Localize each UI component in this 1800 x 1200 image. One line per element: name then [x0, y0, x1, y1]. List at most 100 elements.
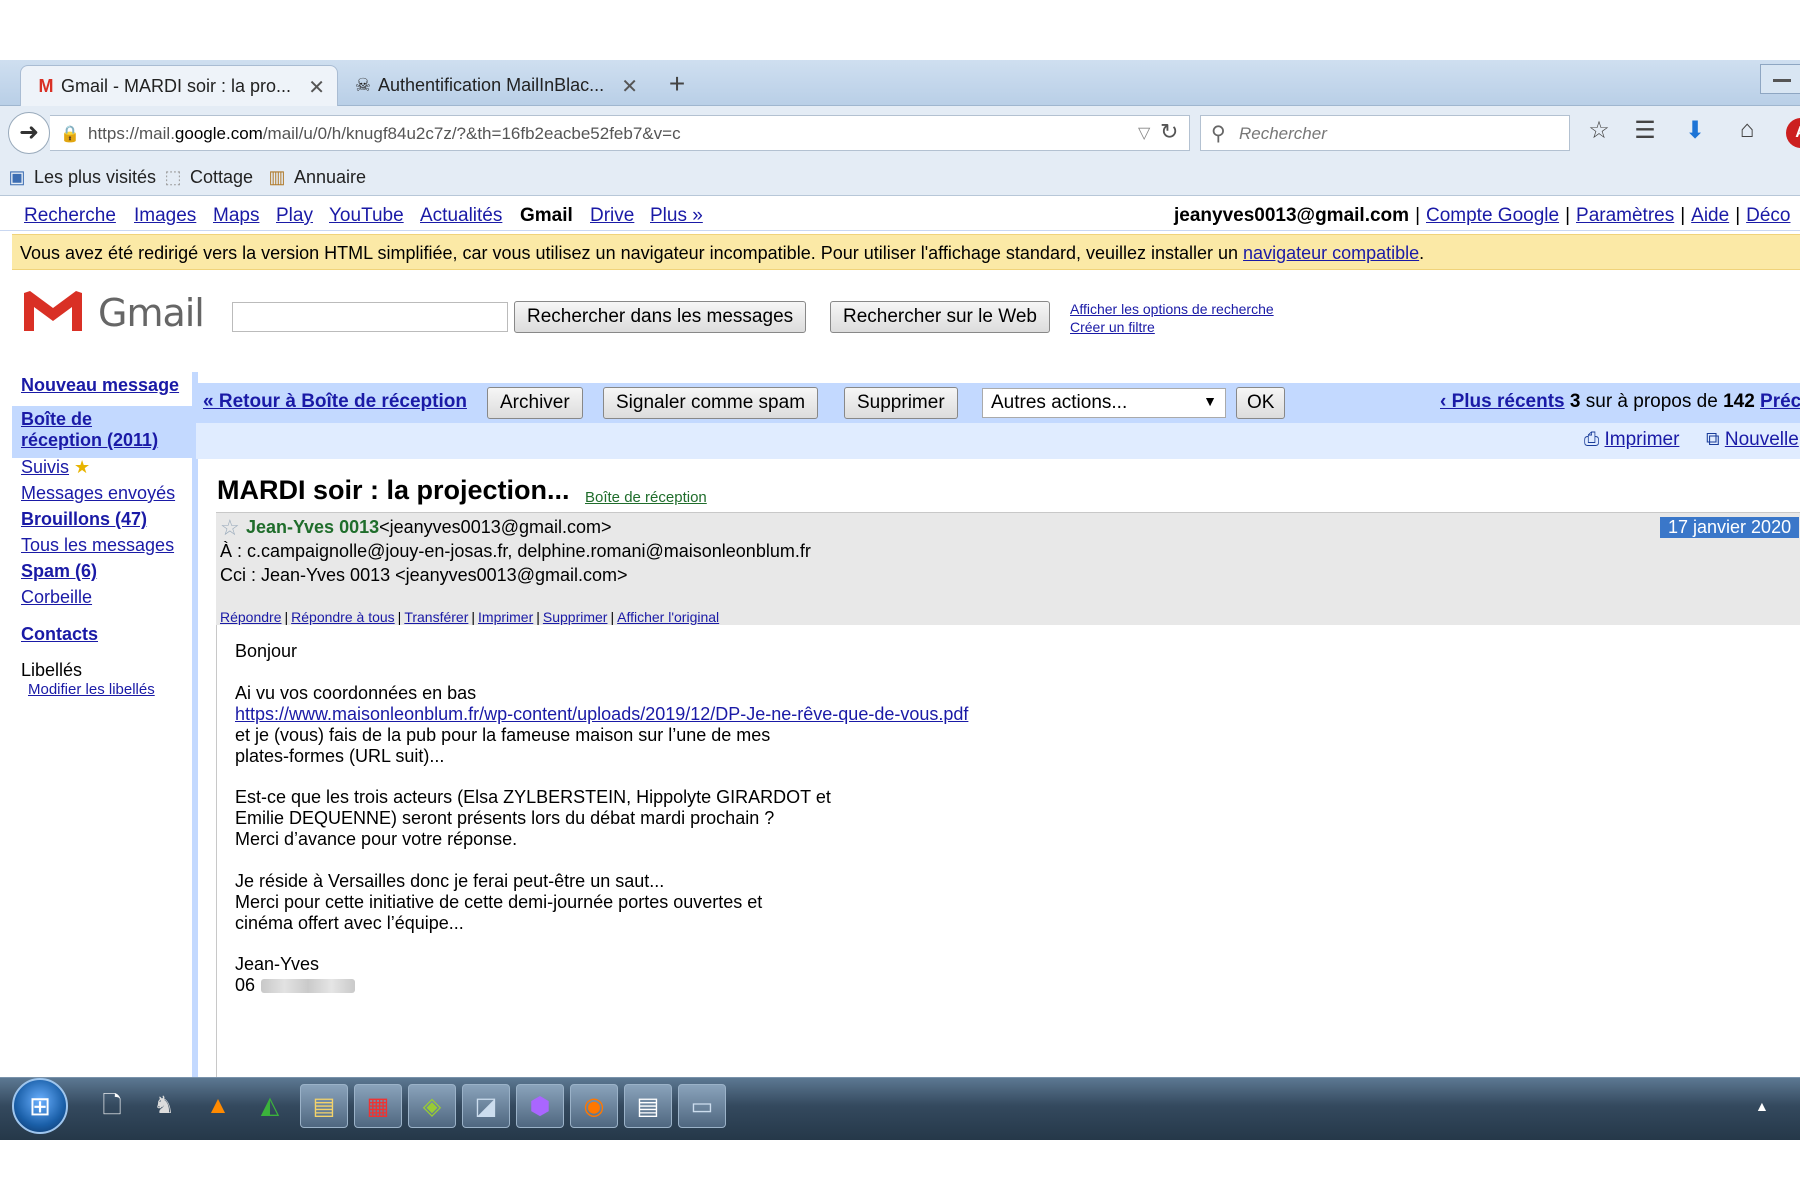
gbar-link-more[interactable]: Plus » — [650, 205, 703, 227]
close-icon[interactable]: ✕ — [621, 74, 638, 99]
hexagon-app-icon[interactable]: ⬢ — [516, 1084, 564, 1128]
star-icon: ★ — [74, 457, 91, 477]
sidebar-item-trash[interactable]: Corbeille — [21, 587, 92, 608]
bookmark-most-visited[interactable]: ▣ Les plus visités — [6, 167, 156, 188]
window-app-icon[interactable]: ▭ — [678, 1084, 726, 1128]
gbar-link-images[interactable]: Images — [134, 205, 196, 227]
tab-mailinblack[interactable]: ☠ Authentification MailInBlac... ✕ — [338, 65, 650, 106]
body-line: cinéma offert avec l’équipe... — [235, 913, 464, 933]
bookmark-annuaire[interactable]: ▥ Annuaire — [266, 167, 366, 188]
starred-label[interactable]: Suivis — [21, 457, 69, 477]
sidebar-item-all[interactable]: Tous les messages — [21, 535, 174, 556]
notes-icon[interactable]: ▤ — [624, 1084, 672, 1128]
star-icon[interactable]: ☆ — [1582, 116, 1616, 150]
report-spam-button[interactable]: Signaler comme spam — [603, 387, 819, 419]
sidebar-item-starred[interactable]: Suivis ★ — [21, 457, 90, 478]
start-button[interactable]: ⊞ — [12, 1078, 68, 1134]
google-account-link[interactable]: Compte Google — [1426, 205, 1559, 226]
adblock-icon[interactable]: A — [1786, 118, 1800, 148]
print-icon: ⎙ — [1584, 429, 1600, 450]
pdf-link[interactable]: https://www.maisonleonblum.fr/wp-content… — [235, 704, 968, 725]
gbar-link-play[interactable]: Play — [276, 205, 313, 227]
logo-text: Gmail — [98, 291, 205, 335]
label-tag-inbox[interactable]: Boîte de réception — [585, 489, 707, 506]
delete-message-link[interactable]: Supprimer — [543, 609, 608, 625]
delete-button[interactable]: Supprimer — [844, 387, 958, 419]
sidebar-item-inbox-line1[interactable]: Boîte de — [21, 409, 92, 430]
ok-button[interactable]: OK — [1236, 387, 1286, 419]
newer-link[interactable]: ‹ Plus récents — [1440, 391, 1565, 412]
color-app-icon[interactable]: ▦ — [354, 1084, 402, 1128]
show-original-link[interactable]: Afficher l'original — [617, 609, 719, 625]
reply-all-link[interactable]: Répondre à tous — [291, 609, 395, 625]
chevron-down-icon: ▼ — [1203, 393, 1217, 409]
download-icon[interactable]: ⬇ — [1678, 116, 1712, 150]
print-link[interactable]: Imprimer — [1604, 429, 1679, 450]
reply-link[interactable]: Répondre — [220, 609, 282, 625]
logout-link[interactable]: Déco — [1746, 205, 1790, 226]
print-message-link[interactable]: Imprimer — [478, 609, 533, 625]
close-icon[interactable]: ✕ — [308, 75, 325, 100]
gmail-logo[interactable]: Gmail — [20, 287, 210, 339]
sidebar-item-inbox-line2[interactable]: réception (2011) — [21, 430, 158, 451]
pirate-icon: ☠ — [354, 75, 372, 95]
left-navigation: Nouveau message Boîte de réception (2011… — [0, 372, 198, 1077]
game-icon[interactable]: ♞ — [140, 1084, 188, 1128]
star-icon[interactable]: ☆ — [220, 515, 240, 541]
gbar-link-drive[interactable]: Drive — [590, 205, 634, 227]
compose-link[interactable]: Nouveau message — [21, 375, 179, 396]
folder-icon[interactable]: ▤ — [300, 1084, 348, 1128]
settings-link[interactable]: Paramètres — [1576, 205, 1674, 226]
vlc-icon[interactable]: ▲ — [194, 1084, 242, 1128]
sidebar-item-contacts[interactable]: Contacts — [21, 624, 98, 645]
book-app-icon[interactable]: ◪ — [462, 1084, 510, 1128]
back-button[interactable]: ➜ — [8, 112, 50, 154]
account-email: jeanyves0013@gmail.com — [1174, 205, 1410, 226]
message-action-bar: « Retour à Boîte de réception Archiver S… — [196, 383, 1800, 423]
new-window-action[interactable]: ⧉ Nouvelle — [1706, 429, 1799, 451]
puzzle-app-icon[interactable]: ◈ — [408, 1084, 456, 1128]
new-window-link[interactable]: Nouvelle — [1725, 429, 1799, 450]
browser-search-input[interactable]: ⚲ Rechercher — [1200, 115, 1570, 151]
create-filter-link[interactable]: Créer un filtre — [1070, 319, 1155, 335]
account-links: jeanyves0013@gmail.com | Compte Google | Par… — [1174, 205, 1791, 226]
mail-search-input[interactable] — [232, 302, 508, 332]
bcc-line: Cci : Jean-Yves 0013 <jeanyves0013@gmail… — [220, 565, 628, 585]
edit-labels-link[interactable]: Modifier les libellés — [28, 681, 155, 698]
search-web-button[interactable]: Rechercher sur le Web — [830, 301, 1050, 333]
forward-link[interactable]: Transférer — [404, 609, 468, 625]
archive-button[interactable]: Archiver — [487, 387, 583, 419]
help-link[interactable]: Aide — [1691, 205, 1729, 226]
older-link[interactable]: Préc — [1760, 391, 1800, 412]
document-icon[interactable]: 🗋 — [88, 1084, 136, 1128]
bookmarks-bar: ▣ Les plus visités ⬚ Cottage ▥ Annuaire — [0, 158, 1800, 196]
reading-list-icon[interactable]: ☰ — [1628, 116, 1662, 150]
sidebar-item-sent[interactable]: Messages envoyés — [21, 483, 175, 504]
url-bar[interactable]: 🔒 https://mail.google.com/mail/u/0/h/knu… — [50, 115, 1190, 151]
count-text: sur à propos de — [1585, 391, 1718, 412]
print-action[interactable]: ⎙ Imprimer — [1584, 429, 1679, 451]
chevron-down-icon[interactable]: ▽ — [1138, 123, 1150, 143]
gbar-link-search[interactable]: Recherche — [24, 205, 116, 227]
tab-gmail[interactable]: M Gmail - MARDI soir : la pro... ✕ — [20, 65, 338, 106]
search-messages-button[interactable]: Rechercher dans les messages — [514, 301, 807, 333]
tray-expand-icon[interactable]: ▲ — [1755, 1098, 1769, 1114]
triangle-app-icon[interactable]: ◭ — [246, 1084, 294, 1128]
more-actions-select[interactable]: Autres actions... ▼ — [982, 388, 1226, 418]
reload-icon[interactable]: ↻ — [1160, 119, 1178, 145]
gbar-link-youtube[interactable]: YouTube — [329, 205, 404, 227]
sidebar-item-spam[interactable]: Spam (6) — [21, 561, 97, 582]
search-options: Afficher les options de recherche Créer … — [1070, 300, 1274, 336]
new-tab-button[interactable]: + — [662, 68, 692, 100]
search-options-link[interactable]: Afficher les options de recherche — [1070, 301, 1274, 317]
sidebar-item-drafts[interactable]: Brouillons (47) — [21, 509, 147, 530]
compatible-browser-link[interactable]: navigateur compatible — [1243, 243, 1419, 263]
minimize-button[interactable] — [1760, 64, 1800, 94]
back-to-inbox-link[interactable]: « Retour à Boîte de réception — [203, 391, 467, 413]
gbar-link-maps[interactable]: Maps — [213, 205, 259, 227]
bookmark-cottage[interactable]: ⬚ Cottage — [162, 167, 253, 188]
firefox-icon[interactable]: ◉ — [570, 1084, 618, 1128]
search-icon: ⚲ — [1211, 123, 1226, 145]
gbar-link-news[interactable]: Actualités — [420, 205, 502, 227]
home-icon[interactable]: ⌂ — [1730, 116, 1764, 150]
